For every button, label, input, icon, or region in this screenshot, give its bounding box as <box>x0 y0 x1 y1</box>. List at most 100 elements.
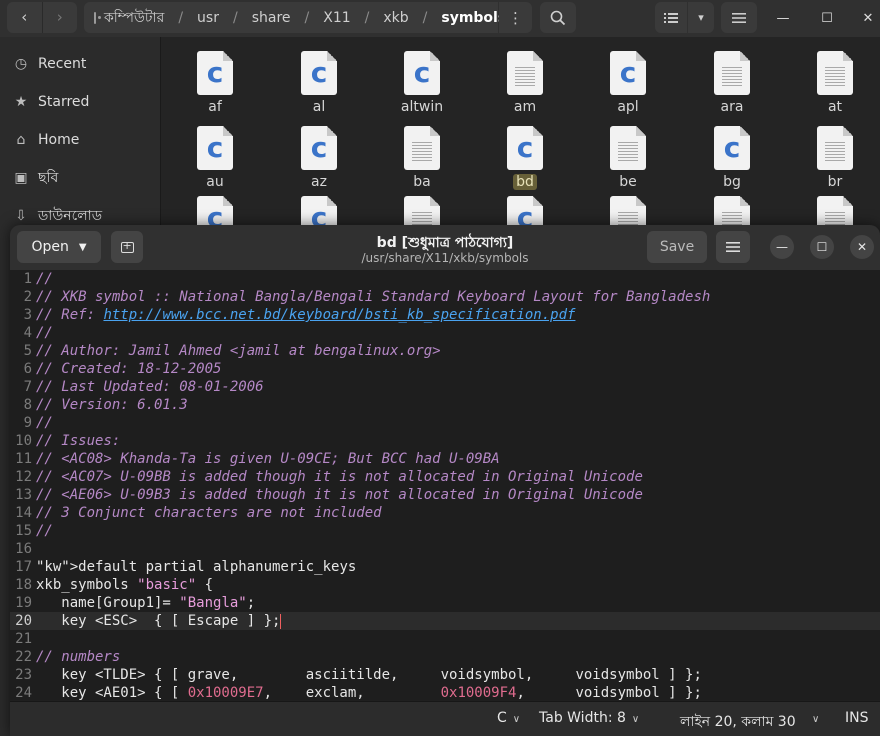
list-view-button[interactable] <box>655 2 687 33</box>
code-text: // Author: Jamil Ahmed <jamil at bengali… <box>36 343 441 359</box>
file-item[interactable]: c bg <box>692 126 772 190</box>
tab-width-selector[interactable]: Tab Width: 8 ∨ <box>539 710 639 726</box>
code-text: // Version: 6.01.3 <box>36 397 188 413</box>
forward-icon[interactable]: › <box>41 2 78 33</box>
path-menu-button[interactable]: ⋮ <box>499 2 532 33</box>
file-name: am <box>513 99 537 115</box>
line-number: 20 <box>15 613 32 629</box>
file-name: bg <box>723 174 741 190</box>
code-line: 22// numbers <box>10 648 880 666</box>
hamburger-icon <box>726 242 740 252</box>
code-text: // Ref: http://www.bcc.net.bd/keyboard/b… <box>36 307 576 323</box>
file-item[interactable]: at <box>795 51 875 115</box>
code-line: 12// <AC07> U-09BB is added though it is… <box>10 468 880 486</box>
list-icon <box>664 12 678 23</box>
code-text: "kw">default partial alphanumeric_keys <box>36 559 357 575</box>
file-item[interactable]: c altwin <box>382 51 462 115</box>
line-number: 16 <box>15 541 32 557</box>
code-text: xkb_symbols "basic" { <box>36 577 214 593</box>
breadcrumb-segment[interactable]: xkb <box>383 10 408 26</box>
text-file-icon <box>507 51 543 95</box>
maximize-icon[interactable]: ☐ <box>810 235 834 259</box>
file-item[interactable]: be <box>588 126 668 190</box>
line-number: 1 <box>23 271 32 287</box>
position-menu-button[interactable]: ∨ <box>806 710 819 726</box>
code-line: 1// <box>10 270 880 288</box>
disk-icon <box>94 11 101 24</box>
sidebar-item-home[interactable]: ⌂ Home <box>12 128 80 152</box>
line-number: 2 <box>23 289 32 305</box>
file-item[interactable]: c au <box>175 126 255 190</box>
code-text: key <ESC> { [ Escape ] }; <box>36 613 281 629</box>
file-item[interactable]: br <box>795 126 875 190</box>
breadcrumb-separator: / <box>364 9 370 26</box>
file-item[interactable]: ba <box>382 126 462 190</box>
file-item[interactable]: c al <box>279 51 359 115</box>
language-selector[interactable]: C ∨ <box>497 710 520 726</box>
c-source-file-icon: c <box>197 126 233 170</box>
view-options-button[interactable]: ▾ <box>688 2 714 33</box>
code-line: 11// <AC08> Khanda-Ta is given U-09CE; B… <box>10 450 880 468</box>
code-view[interactable]: 1//2// XKB symbol :: National Bangla/Ben… <box>10 270 880 700</box>
code-text: // <AC07> U-09BB is added though it is n… <box>36 469 643 485</box>
line-number: 13 <box>15 487 32 503</box>
breadcrumb-segment[interactable]: কম্পিউটার <box>104 6 164 30</box>
text-file-icon <box>610 126 646 170</box>
save-button[interactable]: Save <box>647 231 707 263</box>
chevron-down-icon: ▼ <box>78 241 87 253</box>
main-menu-button[interactable] <box>721 2 757 33</box>
search-button[interactable] <box>540 2 576 33</box>
minimize-icon[interactable]: — <box>770 235 794 259</box>
code-line: 7// Last Updated: 08-01-2006 <box>10 378 880 396</box>
breadcrumb-separator: / <box>232 9 238 26</box>
breadcrumb-segment[interactable]: X11 <box>323 10 350 26</box>
line-number: 23 <box>15 667 32 683</box>
code-line: 5// Author: Jamil Ahmed <jamil at bengal… <box>10 342 880 360</box>
file-item[interactable]: ara <box>692 51 772 115</box>
cursor-position[interactable]: লাইন 20, কলাম 30 <box>680 710 796 734</box>
code-text: // Issues: <box>36 433 121 449</box>
line-number: 14 <box>15 505 32 521</box>
new-tab-button[interactable] <box>111 231 143 263</box>
code-text: // <box>36 523 53 539</box>
file-item[interactable]: am <box>485 51 565 115</box>
line-number: 6 <box>23 361 32 377</box>
back-icon[interactable]: ‹ <box>7 2 42 33</box>
file-item[interactable]: c az <box>279 126 359 190</box>
sidebar-item-pictures[interactable]: ▣ ছবি <box>12 166 58 190</box>
insert-mode-indicator[interactable]: INS <box>845 710 869 726</box>
file-item[interactable]: c apl <box>588 51 668 115</box>
file-item[interactable]: c af <box>175 51 255 115</box>
close-icon[interactable]: ✕ <box>850 235 874 259</box>
file-name: be <box>619 174 637 190</box>
code-text: // <box>36 271 53 287</box>
code-text: // <box>36 325 53 341</box>
code-text: // Last Updated: 08-01-2006 <box>36 379 264 395</box>
maximize-icon[interactable]: ☐ <box>815 6 839 30</box>
hamburger-icon <box>732 12 746 23</box>
breadcrumb-segment[interactable]: symbols <box>441 10 506 26</box>
breadcrumb-segment[interactable]: usr <box>197 10 219 26</box>
minimize-icon[interactable]: — <box>771 6 795 30</box>
nav-buttons: ‹ › <box>7 2 77 33</box>
text-file-icon <box>817 51 853 95</box>
breadcrumb-segment[interactable]: share <box>252 10 291 26</box>
tab-width-label: Tab Width: 8 <box>539 710 626 726</box>
sidebar-item-recent[interactable]: ◷ Recent <box>12 52 87 76</box>
image-icon: ▣ <box>14 170 28 186</box>
line-number: 15 <box>15 523 32 539</box>
status-bar: C ∨ Tab Width: 8 ∨ লাইন 20, কলাম 30 ∨ INS <box>10 701 880 736</box>
open-button[interactable]: Open ▼ <box>17 231 101 263</box>
c-source-file-icon: c <box>301 51 337 95</box>
line-number: 8 <box>23 397 32 413</box>
close-icon[interactable]: ✕ <box>856 6 880 30</box>
code-line: 14// 3 Conjunct characters are not inclu… <box>10 504 880 522</box>
editor-menu-button[interactable] <box>716 231 750 263</box>
language-label: C <box>497 710 507 726</box>
text-cursor <box>280 613 282 629</box>
file-item[interactable]: c bd <box>485 126 565 190</box>
c-source-file-icon: c <box>301 126 337 170</box>
c-source-file-icon: c <box>404 51 440 95</box>
line-number: 3 <box>23 307 32 323</box>
sidebar-item-starred[interactable]: ★ Starred <box>12 90 90 114</box>
